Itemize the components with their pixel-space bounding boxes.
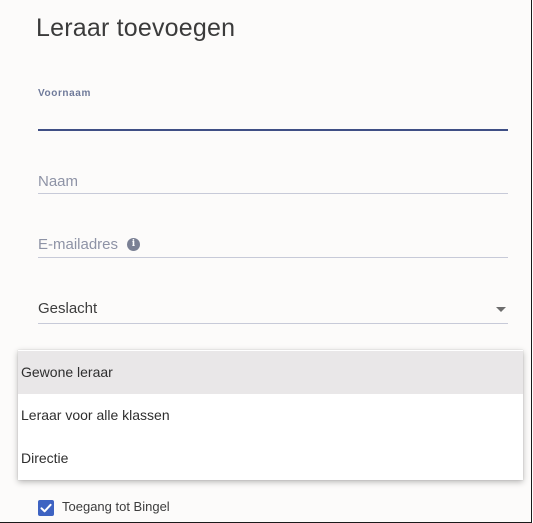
menu-item-leraar-alle-klassen[interactable]: Leraar voor alle klassen bbox=[18, 394, 523, 437]
last-name-field[interactable]: Naam bbox=[38, 170, 508, 194]
checkmark-icon bbox=[40, 503, 52, 513]
bingel-access-checkbox[interactable] bbox=[38, 500, 54, 516]
first-name-underline bbox=[38, 129, 508, 131]
bingel-access-label: Toegang tot Bingel bbox=[62, 499, 170, 514]
add-teacher-dialog: Leraar toevoegen Voornaam Naam E-mailadr… bbox=[0, 0, 532, 523]
email-underline bbox=[38, 257, 508, 258]
last-name-underline bbox=[38, 193, 508, 194]
dialog-title: Leraar toevoegen bbox=[36, 14, 236, 42]
email-placeholder: E-mailadres bbox=[38, 236, 119, 253]
email-field[interactable]: E-mailadres i bbox=[38, 233, 508, 258]
menu-item-gewone-leraar[interactable]: Gewone leraar bbox=[18, 351, 523, 394]
first-name-label: Voornaam bbox=[38, 88, 91, 99]
chevron-down-icon[interactable] bbox=[496, 307, 506, 312]
gender-select[interactable]: Geslacht bbox=[38, 297, 508, 325]
gender-underline bbox=[38, 323, 508, 324]
menu-item-directie[interactable]: Directie bbox=[18, 437, 523, 480]
role-dropdown-menu: Gewone leraar Leraar voor alle klassen D… bbox=[18, 350, 523, 480]
first-name-field[interactable]: Voornaam bbox=[38, 88, 508, 132]
gender-placeholder: Geslacht bbox=[38, 300, 98, 317]
info-icon[interactable]: i bbox=[127, 238, 140, 251]
last-name-placeholder: Naam bbox=[38, 173, 79, 190]
